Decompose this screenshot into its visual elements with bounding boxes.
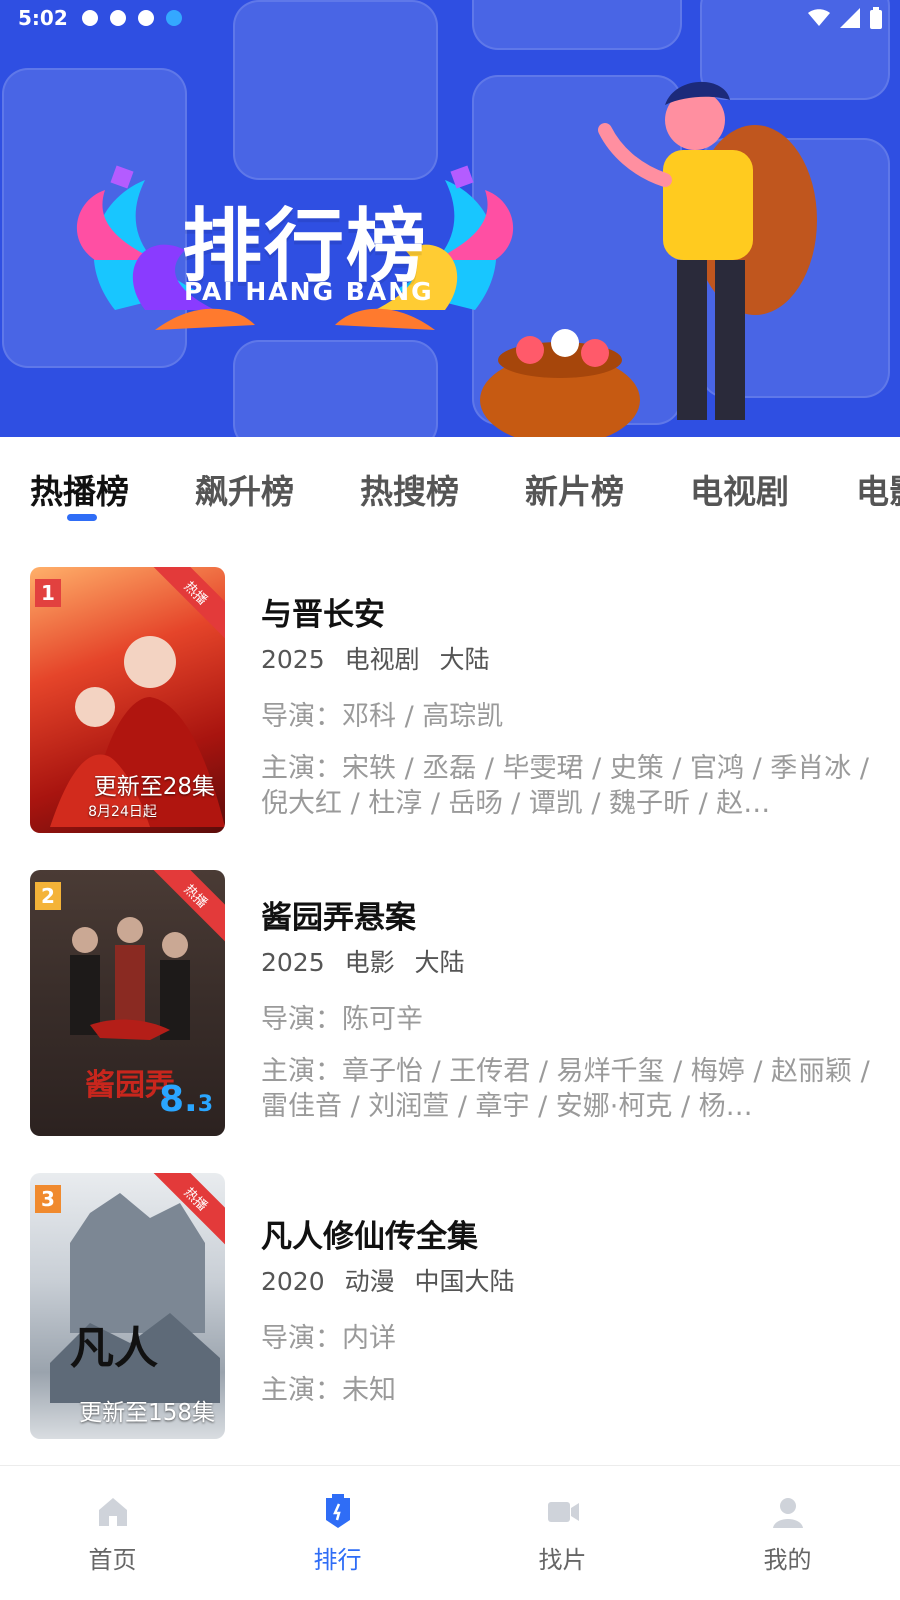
item-region: 中国大陆	[414, 1267, 515, 1296]
tab-rising[interactable]: 飙升榜	[195, 465, 294, 513]
item-region: 大陆	[414, 948, 465, 977]
ranking-icon	[325, 1494, 350, 1528]
poster-update-status: 更新至158集	[30, 1393, 225, 1439]
rank-badge: 2	[35, 882, 61, 910]
status-time: 5:02	[18, 6, 68, 30]
item-info: 与晋长安 2025 电视剧 大陆 导演：邓科 / 高琮凯 主演：宋轶 / 丞磊 …	[261, 589, 876, 821]
poster-image[interactable]: 1 热播 更新至28集 8月24日起	[30, 567, 225, 833]
item-year: 2025	[261, 948, 325, 977]
item-info: 凡人修仙传全集 2020 动漫 中国大陆 导演：内详 主演：未知	[261, 1211, 876, 1408]
item-type: 动漫	[344, 1267, 395, 1296]
status-notification-icons	[81, 10, 182, 26]
poster-update-status: 更新至28集 8月24日起	[30, 767, 225, 833]
list-item[interactable]: 凡人 3 热播 更新至158集 凡人修仙传全集 2020 动漫 中国大陆 导演：…	[0, 1173, 900, 1443]
nav-ranking[interactable]: 排行	[225, 1466, 450, 1600]
banner-pot-illustration	[480, 329, 640, 437]
list-item[interactable]: 酱园弄 2 热播 8.3 酱园弄悬案 2025 电影 大陆 导演：陈可辛 主演：…	[0, 870, 900, 1140]
item-cast: 主演：宋轶 / 丞磊 / 毕雯珺 / 史策 / 官鸿 / 季肖冰 / 倪大红 /…	[261, 753, 869, 819]
battery-icon	[870, 7, 882, 29]
poster-image[interactable]: 凡人 3 热播 更新至158集	[30, 1173, 225, 1439]
active-tab-indicator	[67, 514, 97, 521]
nav-profile[interactable]: 我的	[675, 1466, 900, 1600]
item-type: 电视剧	[344, 645, 420, 674]
tab-tv-series[interactable]: 电视剧	[690, 465, 789, 513]
poster-caption-text: 更新至158集	[79, 1400, 215, 1426]
nav-label: 找片	[538, 1546, 587, 1574]
item-director: 导演：邓科 / 高琮凯	[261, 701, 504, 732]
signal-icon	[840, 8, 860, 28]
item-meta: 2020 动漫 中国大陆	[261, 1262, 876, 1298]
poster-image[interactable]: 酱园弄 2 热播 8.3	[30, 870, 225, 1136]
status-system-icons	[808, 7, 882, 29]
item-info: 酱园弄悬案 2025 电影 大陆 导演：陈可辛 主演：章子怡 / 王传君 / 易…	[261, 892, 876, 1124]
item-year: 2020	[261, 1267, 325, 1296]
item-region: 大陆	[439, 645, 490, 674]
wifi-icon	[808, 9, 830, 26]
tab-hot-play[interactable]: 热播榜	[30, 465, 129, 513]
item-title[interactable]: 酱园弄悬案	[261, 892, 876, 937]
item-director: 导演：内详	[261, 1323, 396, 1354]
notification-icon	[81, 10, 98, 26]
nav-home[interactable]: 首页	[0, 1466, 225, 1600]
item-meta: 2025 电视剧 大陆	[261, 640, 876, 676]
item-cast: 主演：未知	[261, 1375, 396, 1406]
nav-label: 首页	[88, 1546, 137, 1574]
user-icon	[772, 1498, 803, 1528]
tab-new-release[interactable]: 新片榜	[525, 465, 624, 513]
app-root: 5:02 排行榜 PAI HANG BANG 热播榜 飙升榜 热搜榜 新片榜 电…	[0, 0, 900, 1600]
item-cast: 主演：章子怡 / 王传君 / 易烊千玺 / 梅婷 / 赵丽颖 / 雷佳音 / 刘…	[261, 1056, 870, 1122]
ranking-tabs: 热播榜 飙升榜 热搜榜 新片榜 电视剧 电影	[0, 437, 900, 527]
video-camera-icon	[547, 1502, 579, 1522]
rank-badge: 1	[35, 579, 61, 607]
poster-caption-subtext: 8月24日起	[88, 804, 157, 820]
item-director: 导演：陈可辛	[261, 1004, 423, 1035]
item-meta: 2025 电影 大陆	[261, 943, 876, 979]
poster-score: 8.3	[158, 1079, 213, 1120]
download-icon	[165, 10, 182, 26]
notification-icon	[137, 10, 154, 26]
item-year: 2025	[261, 645, 325, 674]
nav-label: 我的	[763, 1546, 812, 1574]
ranking-banner: 5:02 排行榜 PAI HANG BANG	[0, 0, 900, 437]
banner-decor-tile	[233, 340, 438, 437]
tab-movie[interactable]: 电影	[856, 465, 900, 513]
notification-icon	[109, 10, 126, 26]
rank-badge: 3	[35, 1185, 61, 1213]
bottom-navigation: 首页 排行 找片 我的	[0, 1465, 900, 1600]
poster-caption-text: 更新至28集	[93, 774, 215, 800]
nav-label: 排行	[313, 1546, 362, 1574]
tab-hot-search[interactable]: 热搜榜	[360, 465, 459, 513]
item-title[interactable]: 凡人修仙传全集	[261, 1211, 876, 1256]
item-type: 电影	[344, 948, 395, 977]
status-bar: 5:02	[0, 0, 900, 36]
home-icon	[98, 1498, 127, 1526]
banner-subtitle: PAI HANG BANG	[184, 277, 434, 306]
item-title[interactable]: 与晋长安	[261, 589, 876, 634]
svg-text:凡人: 凡人	[70, 1323, 158, 1374]
list-item[interactable]: 1 热播 更新至28集 8月24日起 与晋长安 2025 电视剧 大陆 导演：邓…	[0, 567, 900, 837]
nav-find-movies[interactable]: 找片	[450, 1466, 675, 1600]
